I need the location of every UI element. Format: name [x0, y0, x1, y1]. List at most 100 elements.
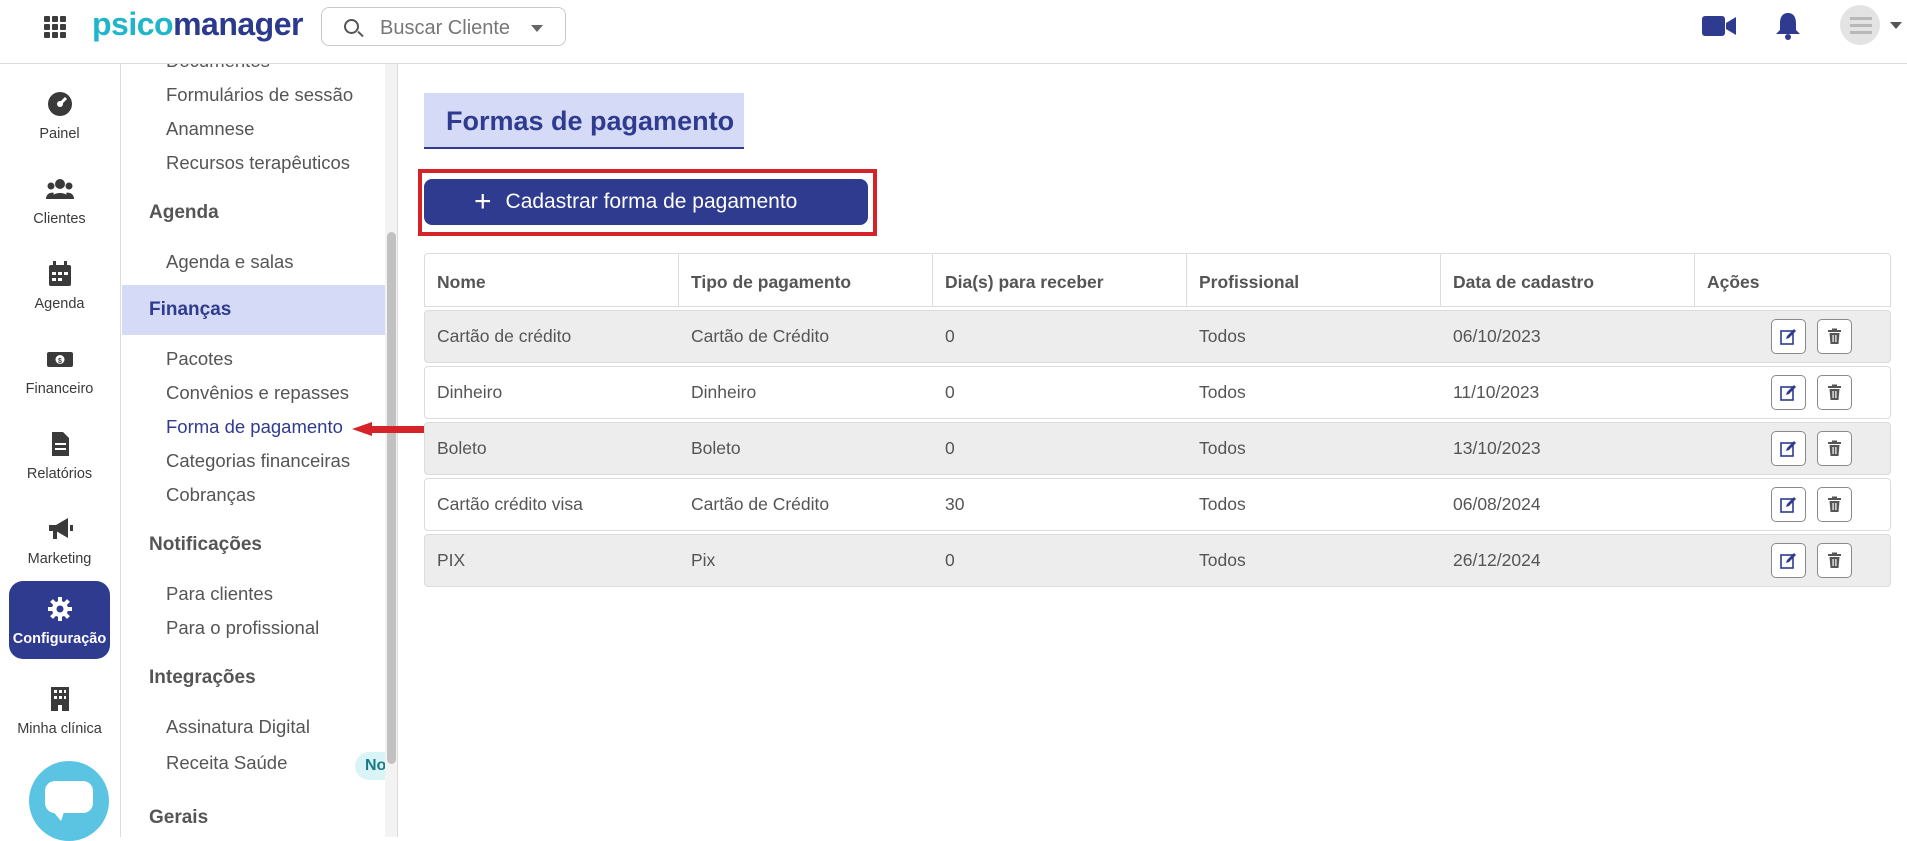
delete-button[interactable]: [1817, 431, 1852, 466]
submenu-para-clientes[interactable]: Para clientes: [166, 583, 273, 605]
nav-clientes[interactable]: Clientes: [9, 161, 110, 239]
chat-support-icon[interactable]: [29, 761, 109, 841]
nav-agenda[interactable]: Agenda: [9, 246, 110, 324]
document-icon: [51, 432, 69, 456]
avatar[interactable]: [1840, 5, 1880, 45]
submenu-cobrancas[interactable]: Cobranças: [166, 484, 255, 506]
column-header-dias[interactable]: Dia(s) para receber: [933, 254, 1187, 306]
delete-button[interactable]: [1817, 543, 1852, 578]
delete-button[interactable]: [1817, 319, 1852, 354]
edit-icon: [1780, 385, 1796, 401]
search-client-field[interactable]: Buscar Cliente: [321, 7, 566, 46]
cell-dias: 0: [945, 550, 955, 570]
submenu-scrollbar-thumb[interactable]: [387, 232, 396, 764]
cell-profissional: Todos: [1199, 326, 1246, 346]
delete-button[interactable]: [1817, 375, 1852, 410]
top-bar: psicomanager Buscar Cliente: [0, 0, 1907, 64]
building-icon: [50, 687, 69, 711]
page-title-box: Formas de pagamento: [424, 93, 744, 149]
cell-profissional: Todos: [1199, 382, 1246, 402]
cell-profissional: Todos: [1199, 494, 1246, 514]
submenu-pacotes[interactable]: Pacotes: [166, 348, 233, 370]
edit-button[interactable]: [1771, 375, 1806, 410]
submenu-receita-saude[interactable]: Receita Saúde Novo: [166, 752, 385, 786]
nav-configuracao[interactable]: Configuração: [9, 581, 110, 659]
edit-button[interactable]: [1771, 319, 1806, 354]
cell-dias: 0: [945, 326, 955, 346]
cell-data: 26/12/2024: [1453, 550, 1541, 570]
submenu-heading-financas[interactable]: Finanças: [122, 285, 385, 335]
cell-data: 06/08/2024: [1453, 494, 1541, 514]
table-row[interactable]: Boleto Boleto 0 Todos 13/10/2023: [424, 422, 1891, 475]
chevron-down-icon: [531, 25, 543, 32]
settings-submenu: Documentos Formulários de sessão Anamnes…: [122, 64, 385, 837]
column-header-profissional[interactable]: Profissional: [1187, 254, 1441, 306]
column-header-data[interactable]: Data de cadastro: [1441, 254, 1695, 306]
cell-dias: 30: [945, 494, 965, 514]
submenu-heading-gerais[interactable]: Gerais: [149, 807, 208, 829]
row-actions: [1695, 375, 1890, 410]
apps-grid-icon[interactable]: [44, 16, 66, 38]
delete-button[interactable]: [1817, 487, 1852, 522]
add-payment-method-button[interactable]: + Cadastrar forma de pagamento: [424, 179, 868, 225]
cell-nome: Boleto: [437, 438, 487, 458]
trash-icon: [1828, 496, 1841, 512]
search-icon: [344, 19, 359, 34]
divider: [397, 64, 398, 837]
table-header: Nome Tipo de pagamento Dia(s) para receb…: [424, 253, 1891, 307]
nav-painel[interactable]: Painel: [9, 76, 110, 154]
submenu-convenios-repasses[interactable]: Convênios e repasses: [166, 382, 349, 404]
edit-icon: [1780, 497, 1796, 513]
submenu-agenda-salas[interactable]: Agenda e salas: [166, 251, 294, 273]
submenu-formularios-sessao[interactable]: Formulários de sessão: [166, 84, 353, 106]
nav-minha-clinica[interactable]: Minha clínica: [9, 671, 110, 749]
video-camera-icon[interactable]: [1702, 15, 1736, 37]
table-row[interactable]: Cartão de crédito Cartão de Crédito 0 To…: [424, 310, 1891, 363]
payment-methods-table: Nome Tipo de pagamento Dia(s) para receb…: [424, 253, 1891, 587]
calendar-icon: [48, 261, 71, 286]
nav-marketing[interactable]: Marketing: [9, 501, 110, 579]
money-icon: $: [46, 352, 73, 367]
submenu-recursos-terapeuticos[interactable]: Recursos terapêuticos: [166, 152, 350, 174]
new-badge: Novo: [355, 752, 385, 780]
cell-tipo: Boleto: [691, 438, 741, 458]
submenu-forma-pagamento[interactable]: Forma de pagamento: [166, 416, 343, 438]
megaphone-icon: [48, 518, 73, 539]
edit-button[interactable]: [1771, 543, 1806, 578]
bell-icon[interactable]: [1775, 12, 1801, 40]
cell-data: 13/10/2023: [1453, 438, 1541, 458]
submenu-heading-agenda[interactable]: Agenda: [149, 202, 219, 224]
chevron-down-icon[interactable]: [1890, 22, 1902, 29]
row-actions: [1695, 543, 1890, 578]
nav-relatorios[interactable]: Relatórios: [9, 416, 110, 494]
trash-icon: [1828, 552, 1841, 568]
row-actions: [1695, 319, 1890, 354]
table-row[interactable]: Cartão crédito visa Cartão de Crédito 30…: [424, 478, 1891, 531]
trash-icon: [1828, 440, 1841, 456]
cell-dias: 0: [945, 382, 955, 402]
edit-button[interactable]: [1771, 487, 1806, 522]
cell-nome: Cartão crédito visa: [437, 494, 583, 514]
submenu-heading-integracoes[interactable]: Integrações: [149, 667, 256, 689]
column-header-nome[interactable]: Nome: [425, 254, 679, 306]
cell-profissional: Todos: [1199, 550, 1246, 570]
table-row[interactable]: Dinheiro Dinheiro 0 Todos 11/10/2023: [424, 366, 1891, 419]
plus-icon: +: [474, 185, 492, 218]
column-header-tipo[interactable]: Tipo de pagamento: [679, 254, 933, 306]
cell-data: 11/10/2023: [1453, 382, 1540, 402]
cell-dias: 0: [945, 438, 955, 458]
submenu-documentos[interactable]: Documentos: [166, 64, 270, 72]
submenu-assinatura-digital[interactable]: Assinatura Digital: [166, 716, 310, 738]
submenu-heading-notificacoes[interactable]: Notificações: [149, 534, 262, 556]
logo[interactable]: psicomanager: [92, 6, 303, 43]
cell-data: 06/10/2023: [1453, 326, 1541, 346]
cell-nome: Dinheiro: [437, 382, 503, 402]
submenu-para-profissional[interactable]: Para o profissional: [166, 617, 319, 639]
edit-icon: [1780, 329, 1796, 345]
edit-icon: [1780, 441, 1796, 457]
submenu-categorias-financeiras[interactable]: Categorias financeiras: [166, 450, 350, 472]
table-row[interactable]: PIX Pix 0 Todos 26/12/2024: [424, 534, 1891, 587]
submenu-anamnese[interactable]: Anamnese: [166, 118, 254, 140]
nav-financeiro[interactable]: $ Financeiro: [9, 331, 110, 409]
edit-button[interactable]: [1771, 431, 1806, 466]
